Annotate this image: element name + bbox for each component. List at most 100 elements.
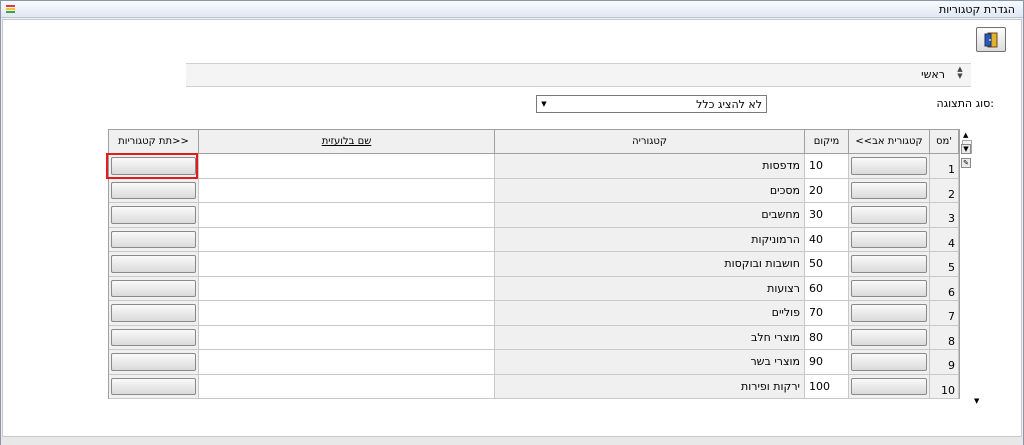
category-name: מדפסות: [762, 159, 800, 172]
parent-spin-arrows-icon[interactable]: ▲ ▼: [955, 66, 965, 80]
category-cell[interactable]: מחשבים: [495, 203, 805, 228]
parent-category-button[interactable]: [851, 304, 927, 322]
parent-category-cell: [849, 301, 930, 326]
row-number: 10: [941, 383, 955, 397]
row-number: 6: [948, 285, 955, 299]
row-number-cell: 3: [930, 203, 959, 228]
location-cell[interactable]: 20: [805, 178, 849, 203]
subcategories-button[interactable]: [111, 377, 196, 395]
parent-category-label: ראשי: [921, 68, 945, 81]
display-type-value: לא להציג כלל: [696, 98, 762, 111]
table-row[interactable]: רצועות 60 6: [109, 276, 959, 301]
table-row[interactable]: מדפסות 10 1: [109, 154, 959, 179]
parent-category-cell: [849, 276, 930, 301]
title-bar: הגדרת קטגוריות: [1, 1, 1023, 18]
parent-category-button[interactable]: [851, 353, 927, 371]
location-cell[interactable]: 50: [805, 252, 849, 277]
location-value: 40: [809, 232, 823, 246]
foreign-name-cell[interactable]: [199, 178, 495, 203]
exit-button[interactable]: [976, 27, 1006, 52]
category-cell[interactable]: הרמוניקות: [495, 227, 805, 252]
subcategories-button[interactable]: [111, 181, 196, 199]
foreign-name-cell[interactable]: [199, 203, 495, 228]
table-row[interactable]: הרמוניקות 40 4: [109, 227, 959, 252]
location-cell[interactable]: 70: [805, 301, 849, 326]
location-value: 30: [809, 208, 823, 221]
category-cell[interactable]: מדפסות: [495, 154, 805, 179]
location-cell[interactable]: 40: [805, 227, 849, 252]
column-header-category[interactable]: קטגוריה: [495, 130, 805, 154]
subcategories-button[interactable]: [111, 279, 196, 297]
foreign-name-cell[interactable]: [199, 374, 495, 399]
foreign-name-cell[interactable]: [199, 154, 495, 179]
column-header-location[interactable]: מיקום: [805, 130, 849, 154]
table-row[interactable]: פוליים 70 7: [109, 301, 959, 326]
category-cell[interactable]: מוצרי בשר: [495, 350, 805, 375]
row-number: 2: [948, 187, 955, 201]
parent-category-button[interactable]: [851, 230, 927, 248]
parent-category-button[interactable]: [851, 181, 927, 199]
table-row[interactable]: חושבות ובוקסות 50 5: [109, 252, 959, 277]
subcategories-button[interactable]: [111, 206, 196, 224]
foreign-name-cell[interactable]: [199, 227, 495, 252]
category-cell[interactable]: פוליים: [495, 301, 805, 326]
foreign-name-cell[interactable]: [199, 350, 495, 375]
parent-category-button[interactable]: [851, 206, 927, 224]
category-cell[interactable]: מוצרי חלב: [495, 325, 805, 350]
foreign-name-cell[interactable]: [199, 301, 495, 326]
parent-category-button[interactable]: [851, 377, 927, 395]
location-cell[interactable]: 60: [805, 276, 849, 301]
scroll-up-icon[interactable]: ▲: [963, 131, 968, 139]
category-cell[interactable]: רצועות: [495, 276, 805, 301]
column-header-number[interactable]: מס': [930, 130, 959, 154]
column-header-foreign-name[interactable]: שם בלועזית: [199, 130, 495, 154]
chevron-down-icon[interactable]: ▼: [539, 98, 549, 110]
display-type-label: סוג התצוגה:: [936, 97, 994, 110]
parent-category-path[interactable]: ראשי ▲ ▼: [186, 63, 971, 87]
subcategories-button[interactable]: [111, 353, 196, 371]
row-number: 4: [948, 236, 955, 250]
foreign-name-cell[interactable]: [199, 325, 495, 350]
location-cell[interactable]: 80: [805, 325, 849, 350]
parent-category-cell: [849, 325, 930, 350]
parent-category-button[interactable]: [851, 328, 927, 346]
table-row[interactable]: מחשבים 30 3: [109, 203, 959, 228]
location-cell[interactable]: 10: [805, 154, 849, 179]
scroll-down-icon[interactable]: ▼: [974, 397, 979, 405]
subcategories-button[interactable]: [111, 328, 196, 346]
subcategories-cell: [109, 374, 199, 399]
location-cell[interactable]: 30: [805, 203, 849, 228]
table-row[interactable]: ירקות ופירות 100 10: [109, 374, 959, 399]
row-number-cell: 7: [930, 301, 959, 326]
parent-category-button[interactable]: [851, 255, 927, 273]
subcategories-button[interactable]: [111, 255, 196, 273]
display-type-select[interactable]: לא להציג כלל ▼: [536, 95, 767, 113]
location-value: 100: [809, 379, 830, 393]
parent-category-button[interactable]: [851, 157, 927, 175]
subcategories-cell: [109, 325, 199, 350]
parent-category-cell: [849, 350, 930, 375]
categories-table: תת קטגוריות>> שם בלועזית קטגוריה מיקום <…: [108, 129, 960, 399]
parent-category-button[interactable]: [851, 279, 927, 297]
foreign-name-cell[interactable]: [199, 276, 495, 301]
vertical-scrollbar[interactable]: ▲: [960, 129, 975, 399]
table-row[interactable]: מוצרי בשר 90 9: [109, 350, 959, 375]
category-cell[interactable]: ירקות ופירות: [495, 374, 805, 399]
category-name: ירקות ופירות: [741, 379, 800, 393]
column-header-parent-category[interactable]: <<קטגורית אב: [849, 130, 930, 154]
parent-category-cell: [849, 227, 930, 252]
category-cell[interactable]: מסכים: [495, 178, 805, 203]
parent-category-cell: [849, 252, 930, 277]
subcategories-button[interactable]: [111, 230, 196, 248]
location-cell[interactable]: 90: [805, 350, 849, 375]
column-header-subcategories[interactable]: תת קטגוריות>>: [109, 130, 199, 154]
row-edit-icon: ✎: [961, 158, 971, 168]
subcategories-cell: [109, 227, 199, 252]
table-row[interactable]: מוצרי חלב 80 8: [109, 325, 959, 350]
foreign-name-cell[interactable]: [199, 252, 495, 277]
category-cell[interactable]: חושבות ובוקסות: [495, 252, 805, 277]
table-row[interactable]: מסכים 20 2: [109, 178, 959, 203]
row-number-cell: 1: [930, 154, 959, 179]
location-cell[interactable]: 100: [805, 374, 849, 399]
subcategories-button[interactable]: [111, 304, 196, 322]
